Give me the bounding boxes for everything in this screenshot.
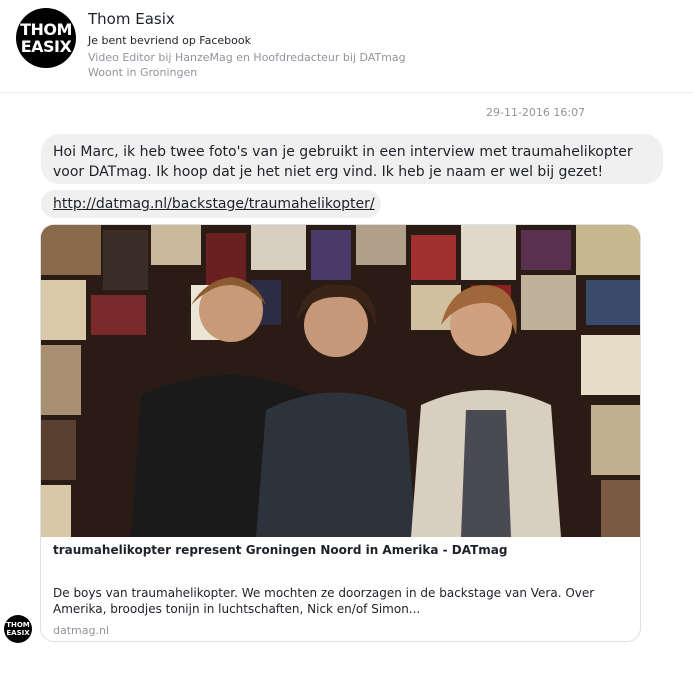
link-preview-card[interactable]: traumahelikopter represent Groningen Noo…: [40, 224, 641, 642]
friend-status: Je bent bevriend op Facebook: [88, 34, 251, 47]
sender-avatar-line1: THOM: [6, 621, 30, 629]
avatar-text-line1: THOM: [20, 20, 72, 39]
shared-link[interactable]: http://datmag.nl/backstage/traumahelikop…: [53, 196, 375, 212]
link-preview-image[interactable]: [41, 225, 640, 537]
contact-location: Woont in Groningen: [88, 66, 198, 79]
message-text: Hoi Marc, ik heb twee foto's van je gebr…: [53, 144, 633, 180]
profile-avatar[interactable]: THOM EASIX: [16, 8, 76, 68]
link-preview-title[interactable]: traumahelikopter represent Groningen Noo…: [53, 543, 508, 557]
link-message-bubble: http://datmag.nl/backstage/traumahelikop…: [41, 190, 381, 218]
contact-name[interactable]: Thom Easix: [88, 10, 175, 28]
avatar-text-line2: EASIX: [20, 37, 72, 56]
message-bubble: Hoi Marc, ik heb twee foto's van je gebr…: [41, 134, 663, 184]
link-preview-domain: datmag.nl: [53, 624, 109, 637]
contact-work: Video Editor bij HanzeMag en Hoofdredact…: [88, 51, 406, 64]
sender-avatar[interactable]: THOM EASIX: [4, 615, 32, 643]
link-preview-description: De boys van traumahelikopter. We mochten…: [53, 586, 595, 616]
message-timestamp: 29-11-2016 16:07: [486, 106, 586, 119]
conversation-header: THOM EASIX Thom Easix Je bent bevriend o…: [0, 0, 693, 93]
sender-avatar-line2: EASIX: [6, 629, 30, 637]
